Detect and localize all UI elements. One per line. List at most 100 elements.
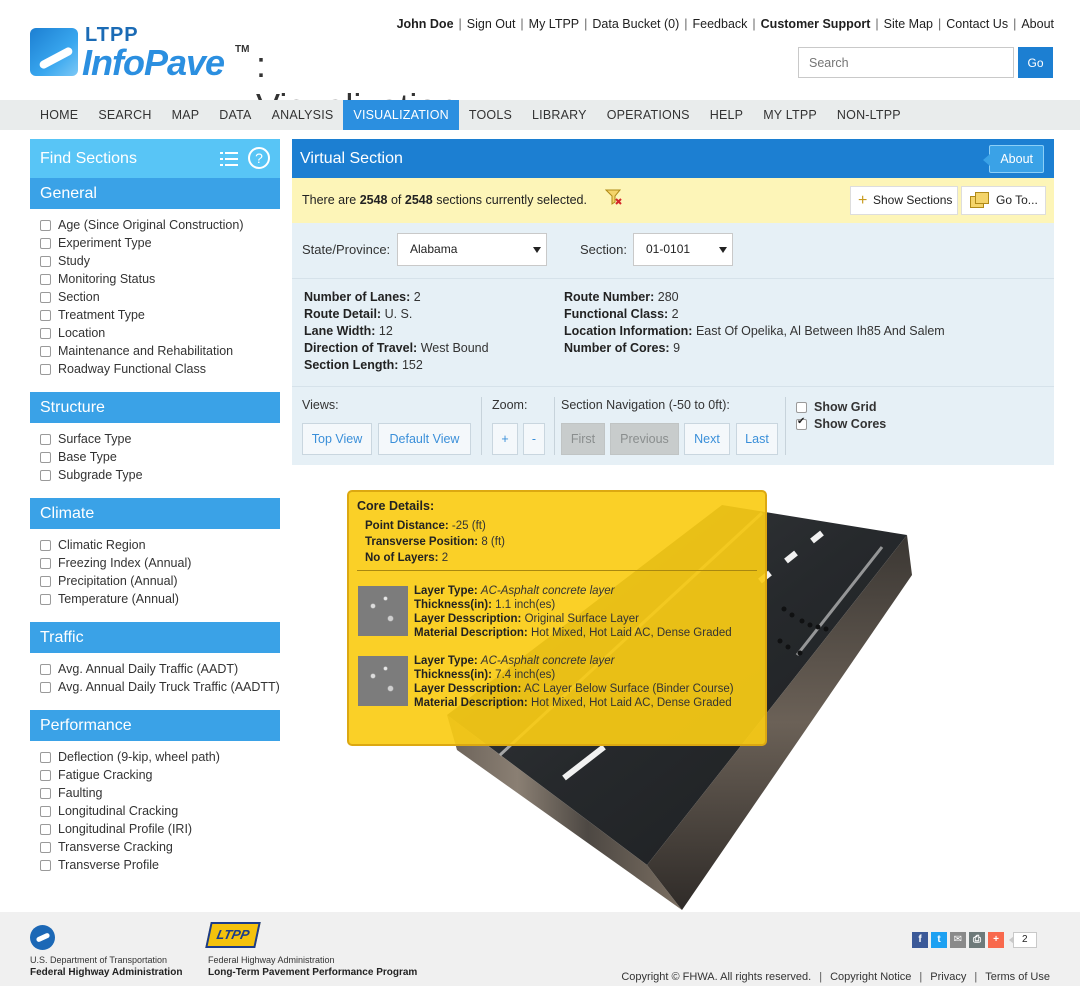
nav-library[interactable]: LIBRARY (522, 100, 597, 130)
filter-checkbox[interactable] (40, 452, 51, 463)
data-bucket-link[interactable]: Data Bucket (0) (592, 17, 679, 31)
zoom-out-button[interactable]: - (523, 423, 545, 455)
help-icon[interactable]: ? (248, 147, 270, 169)
filter-item[interactable]: Treatment Type (40, 306, 280, 324)
filter-item[interactable]: Maintenance and Rehabilitation (40, 342, 280, 360)
filter-item[interactable]: Monitoring Status (40, 270, 280, 288)
usdot-logo[interactable]: U.S. Department of Transportation Federa… (30, 925, 190, 981)
filter-item[interactable]: Longitudinal Cracking (40, 802, 280, 820)
nav-analysis[interactable]: ANALYSIS (262, 100, 344, 130)
addthis-icon[interactable]: + (988, 932, 1004, 948)
filter-checkbox[interactable] (40, 470, 51, 481)
go-to-button[interactable]: Go To... (961, 186, 1046, 215)
default-view-button[interactable]: Default View (378, 423, 471, 455)
infopave-logo[interactable]: LTPP InfoPave TM : Visualization (30, 24, 470, 127)
filter-item[interactable]: Fatigue Cracking (40, 766, 280, 784)
nav-operations[interactable]: OPERATIONS (597, 100, 700, 130)
filter-checkbox[interactable] (40, 434, 51, 445)
filter-checkbox[interactable] (40, 664, 51, 675)
category-header-general[interactable]: General (30, 178, 280, 209)
filter-item[interactable]: Base Type (40, 448, 280, 466)
filter-checkbox[interactable] (40, 682, 51, 693)
filter-checkbox[interactable] (40, 558, 51, 569)
nav-visualization[interactable]: VISUALIZATION (343, 100, 459, 130)
filter-checkbox[interactable] (40, 220, 51, 231)
nav-tools[interactable]: TOOLS (459, 100, 522, 130)
filter-checkbox[interactable] (40, 594, 51, 605)
list-icon[interactable] (220, 152, 238, 166)
clear-filter-icon[interactable] (605, 188, 623, 206)
filter-item[interactable]: Subgrade Type (40, 466, 280, 484)
print-icon[interactable]: ⎙ (969, 932, 985, 948)
filter-checkbox[interactable] (40, 842, 51, 853)
ltpp-logo[interactable]: LTPP Federal Highway Administration Long… (205, 922, 418, 982)
privacy-link[interactable]: Privacy (930, 971, 966, 983)
filter-item[interactable]: Precipitation (Annual) (40, 572, 280, 590)
nav-my-ltpp[interactable]: MY LTPP (753, 100, 827, 130)
filter-checkbox[interactable] (40, 346, 51, 357)
filter-item[interactable]: Transverse Cracking (40, 838, 280, 856)
customer-support-link[interactable]: Customer Support (761, 17, 871, 31)
about-link[interactable]: About (1021, 17, 1054, 31)
category-header-structure[interactable]: Structure (30, 392, 280, 423)
first-button[interactable]: First (561, 423, 605, 455)
filter-item[interactable]: Longitudinal Profile (IRI) (40, 820, 280, 838)
filter-item[interactable]: Faulting (40, 784, 280, 802)
zoom-in-button[interactable]: + (492, 423, 518, 455)
facebook-icon[interactable]: f (912, 932, 928, 948)
filter-checkbox[interactable] (40, 752, 51, 763)
next-button[interactable]: Next (684, 423, 730, 455)
show-grid-toggle[interactable]: Show Grid (796, 400, 877, 414)
nav-non-ltpp[interactable]: NON-LTPP (827, 100, 911, 130)
filter-checkbox[interactable] (40, 788, 51, 799)
filter-item[interactable]: Avg. Annual Daily Truck Traffic (AADTT) (40, 678, 280, 696)
terms-of-use-link[interactable]: Terms of Use (985, 971, 1050, 983)
search-input[interactable] (798, 47, 1014, 78)
nav-help[interactable]: HELP (700, 100, 753, 130)
filter-item[interactable]: Location (40, 324, 280, 342)
filter-item[interactable]: Surface Type (40, 430, 280, 448)
filter-checkbox[interactable] (40, 328, 51, 339)
filter-item[interactable]: Climatic Region (40, 536, 280, 554)
show-grid-checkbox[interactable] (796, 401, 807, 413)
show-sections-button[interactable]: + Show Sections (850, 186, 958, 215)
state-select[interactable]: Alabama (397, 233, 547, 266)
filter-item[interactable]: Roadway Functional Class (40, 360, 280, 378)
nav-data[interactable]: DATA (209, 100, 261, 130)
search-go-button[interactable]: Go (1018, 47, 1053, 78)
filter-checkbox[interactable] (40, 770, 51, 781)
filter-item[interactable]: Section (40, 288, 280, 306)
site-map-link[interactable]: Site Map (884, 17, 933, 31)
show-cores-toggle[interactable]: Show Cores (796, 416, 886, 431)
copyright-notice-link[interactable]: Copyright Notice (830, 971, 911, 983)
filter-checkbox[interactable] (40, 576, 51, 587)
filter-checkbox[interactable] (40, 364, 51, 375)
filter-checkbox[interactable] (40, 292, 51, 303)
filter-checkbox[interactable] (40, 238, 51, 249)
sign-out-link[interactable]: Sign Out (467, 17, 516, 31)
filter-checkbox[interactable] (40, 540, 51, 551)
top-view-button[interactable]: Top View (302, 423, 372, 455)
email-icon[interactable]: ✉ (950, 932, 966, 948)
category-header-traffic[interactable]: Traffic (30, 622, 280, 653)
contact-us-link[interactable]: Contact Us (946, 17, 1008, 31)
nav-search[interactable]: SEARCH (88, 100, 161, 130)
filter-item[interactable]: Avg. Annual Daily Traffic (AADT) (40, 660, 280, 678)
filter-item[interactable]: Freezing Index (Annual) (40, 554, 280, 572)
feedback-link[interactable]: Feedback (693, 17, 748, 31)
category-header-climate[interactable]: Climate (30, 498, 280, 529)
filter-item[interactable]: Transverse Profile (40, 856, 280, 874)
my-ltpp-link[interactable]: My LTPP (529, 17, 579, 31)
filter-checkbox[interactable] (40, 256, 51, 267)
nav-home[interactable]: HOME (30, 100, 88, 130)
previous-button[interactable]: Previous (610, 423, 679, 455)
filter-checkbox[interactable] (40, 860, 51, 871)
nav-map[interactable]: MAP (162, 100, 210, 130)
about-button[interactable]: About (983, 145, 1044, 173)
filter-item[interactable]: Deflection (9-kip, wheel path) (40, 748, 280, 766)
filter-checkbox[interactable] (40, 806, 51, 817)
filter-checkbox[interactable] (40, 274, 51, 285)
filter-item[interactable]: Study (40, 252, 280, 270)
twitter-icon[interactable]: t (931, 932, 947, 948)
filter-checkbox[interactable] (40, 310, 51, 321)
